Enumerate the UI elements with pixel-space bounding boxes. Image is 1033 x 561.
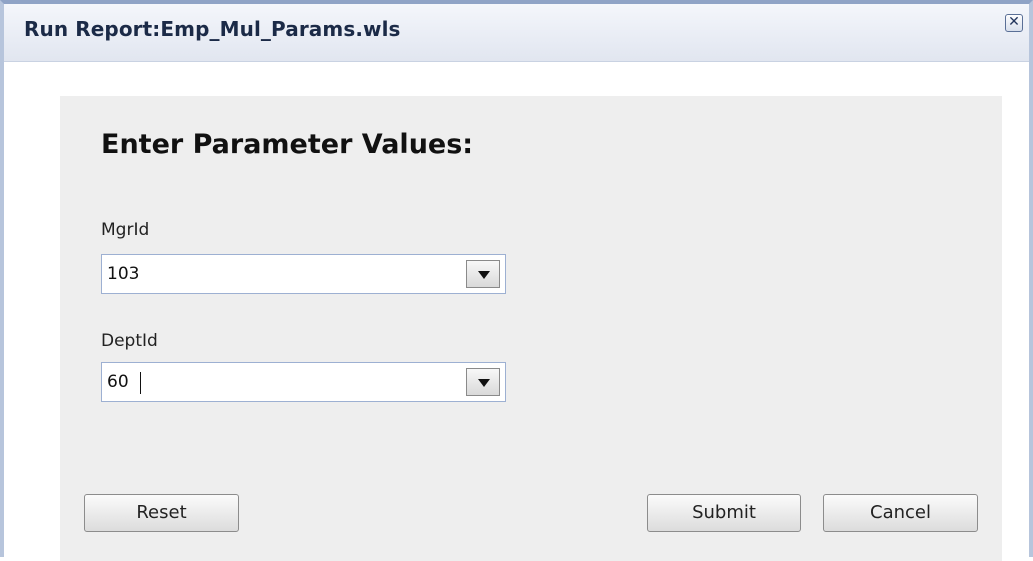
mgrid-dropdown-button[interactable] [466, 260, 500, 288]
run-report-dialog: Run Report:Emp_Mul_Params.wls ✕ Enter Pa… [0, 0, 1033, 561]
parameter-panel: Enter Parameter Values: MgrId 103 DeptId… [60, 96, 1002, 561]
mgrid-label: MgrId [101, 220, 150, 240]
deptid-combobox[interactable]: 60 [101, 362, 506, 402]
mgrid-value[interactable]: 103 [107, 264, 139, 284]
mgrid-combobox[interactable]: 103 [101, 254, 506, 294]
chevron-down-icon [478, 271, 490, 279]
chevron-down-icon [478, 379, 490, 387]
deptid-dropdown-button[interactable] [466, 368, 500, 396]
close-icon[interactable]: ✕ [1005, 14, 1023, 32]
deptid-value[interactable]: 60 [107, 372, 129, 392]
deptid-label: DeptId [101, 331, 158, 351]
dialog-title: Run Report:Emp_Mul_Params.wls [24, 17, 401, 41]
dialog-titlebar[interactable]: Run Report:Emp_Mul_Params.wls ✕ [4, 4, 1029, 62]
submit-button[interactable]: Submit [647, 494, 801, 532]
text-cursor [140, 372, 141, 394]
reset-button[interactable]: Reset [84, 494, 239, 532]
page-title: Enter Parameter Values: [101, 129, 474, 160]
cancel-button[interactable]: Cancel [823, 494, 978, 532]
